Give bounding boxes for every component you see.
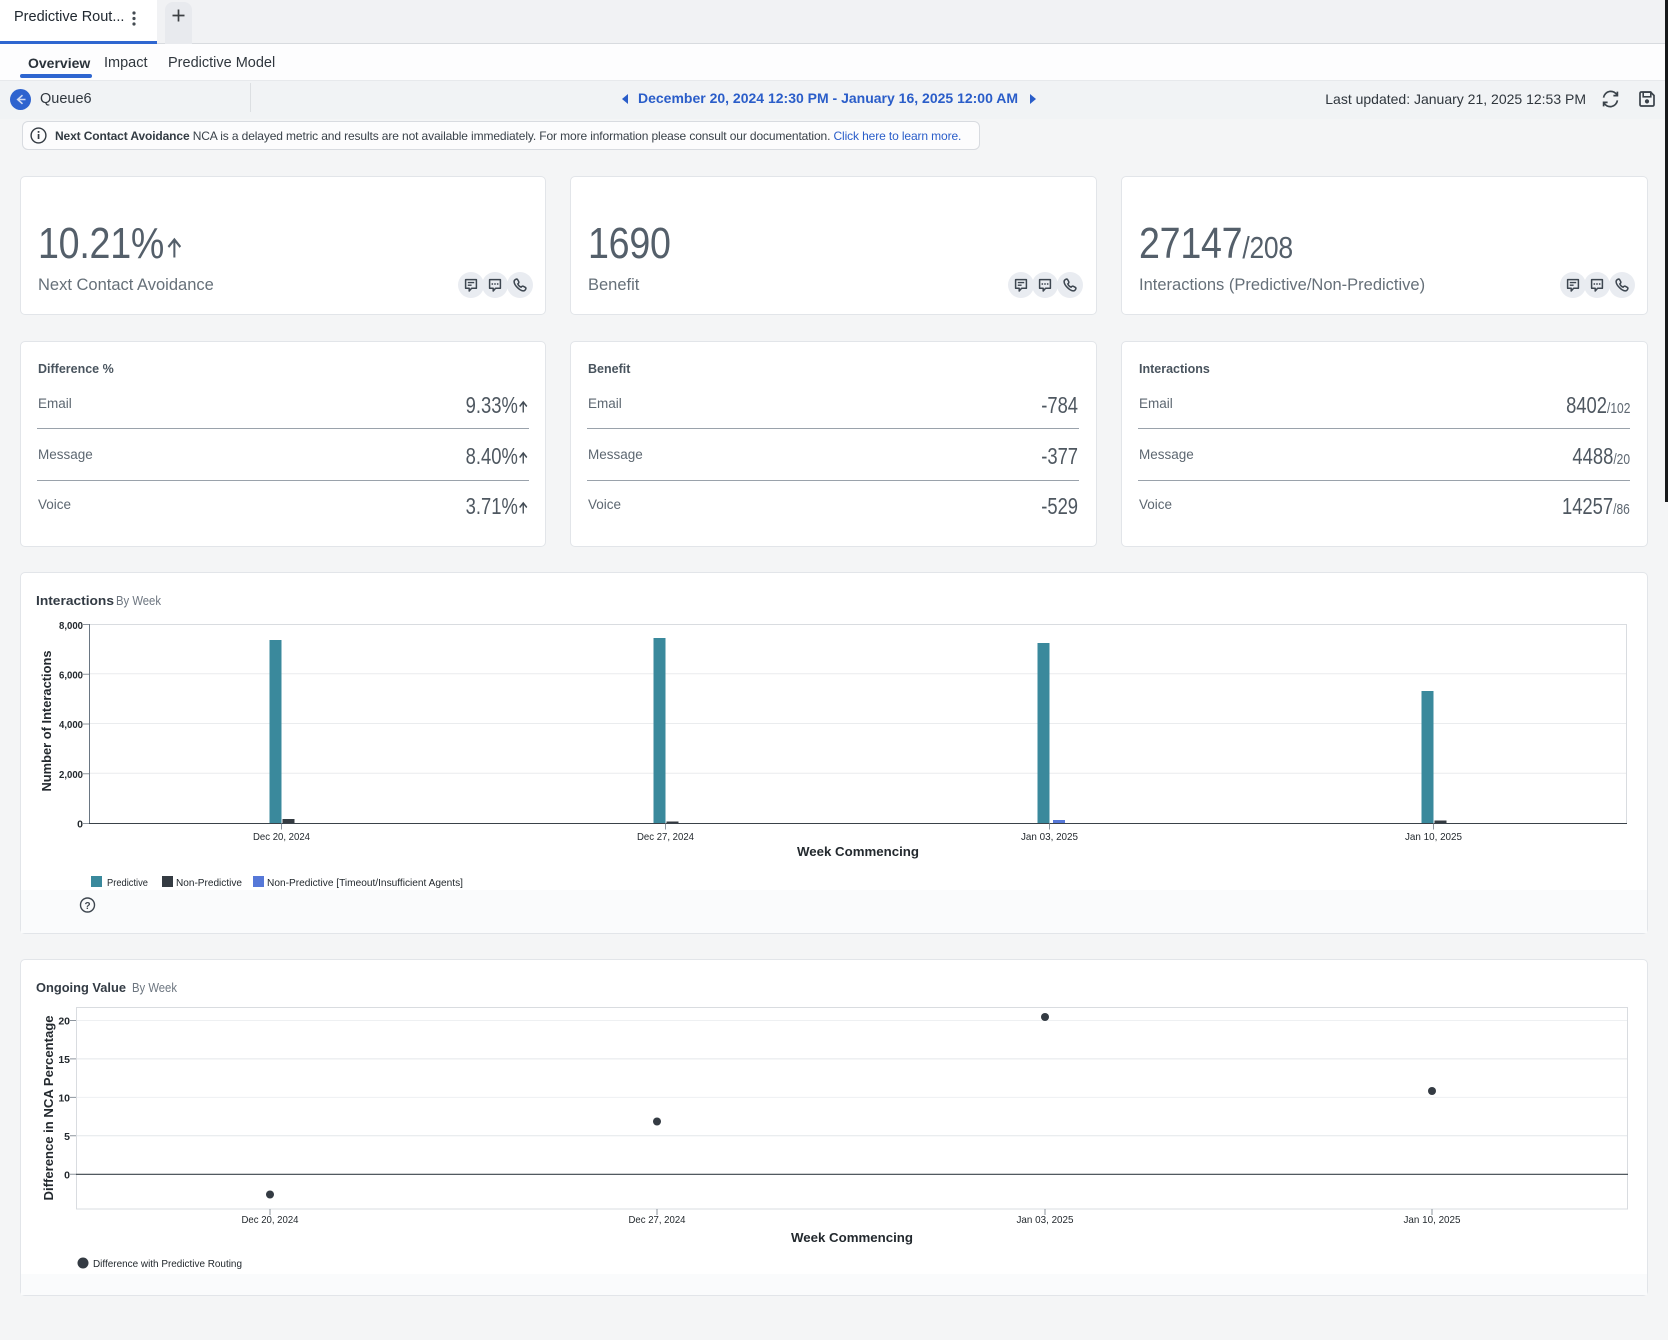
svg-text:Jan 10, 2025: Jan 10, 2025 <box>1405 831 1462 843</box>
svg-text:Week Commencing: Week Commencing <box>791 1230 913 1245</box>
svg-text:Dec 27, 2024: Dec 27, 2024 <box>637 831 694 843</box>
svg-text:Dec 20, 2024: Dec 20, 2024 <box>253 831 310 843</box>
svg-text:Dec 27, 2024: Dec 27, 2024 <box>629 1214 686 1226</box>
svg-text:Predictive: Predictive <box>107 877 148 889</box>
svg-text:Number of Interactions: Number of Interactions <box>39 651 54 792</box>
svg-text:Jan 03, 2025: Jan 03, 2025 <box>1017 1214 1074 1226</box>
svg-text:Difference in NCA Percentage: Difference in NCA Percentage <box>41 1016 56 1201</box>
svg-text:Interactions: Interactions <box>36 594 114 608</box>
svg-text:Dec 20, 2024: Dec 20, 2024 <box>242 1214 299 1226</box>
svg-text:5: 5 <box>64 1131 70 1143</box>
svg-text:2,000: 2,000 <box>59 769 83 781</box>
svg-text:Difference with Predictive Rou: Difference with Predictive Routing <box>93 1258 242 1270</box>
svg-text:By Week: By Week <box>132 981 178 995</box>
svg-text:Non-Predictive [Timeout/Insuff: Non-Predictive [Timeout/Insufficient Age… <box>267 877 463 889</box>
svg-text:10: 10 <box>58 1092 70 1104</box>
svg-text:?: ? <box>84 901 90 912</box>
svg-text:Ongoing Value: Ongoing Value <box>36 981 126 995</box>
svg-text:15: 15 <box>58 1054 70 1066</box>
svg-text:0: 0 <box>77 819 83 831</box>
svg-text:20: 20 <box>58 1016 70 1028</box>
svg-text:Jan 10, 2025: Jan 10, 2025 <box>1404 1214 1461 1226</box>
svg-text:Jan 03, 2025: Jan 03, 2025 <box>1021 831 1078 843</box>
svg-text:6,000: 6,000 <box>59 670 83 682</box>
svg-text:Non-Predictive: Non-Predictive <box>176 877 242 889</box>
svg-text:8,000: 8,000 <box>59 620 83 632</box>
svg-text:4,000: 4,000 <box>59 719 83 731</box>
svg-text:Week Commencing: Week Commencing <box>797 844 919 859</box>
svg-text:0: 0 <box>64 1169 70 1181</box>
svg-text:By Week: By Week <box>116 594 162 608</box>
